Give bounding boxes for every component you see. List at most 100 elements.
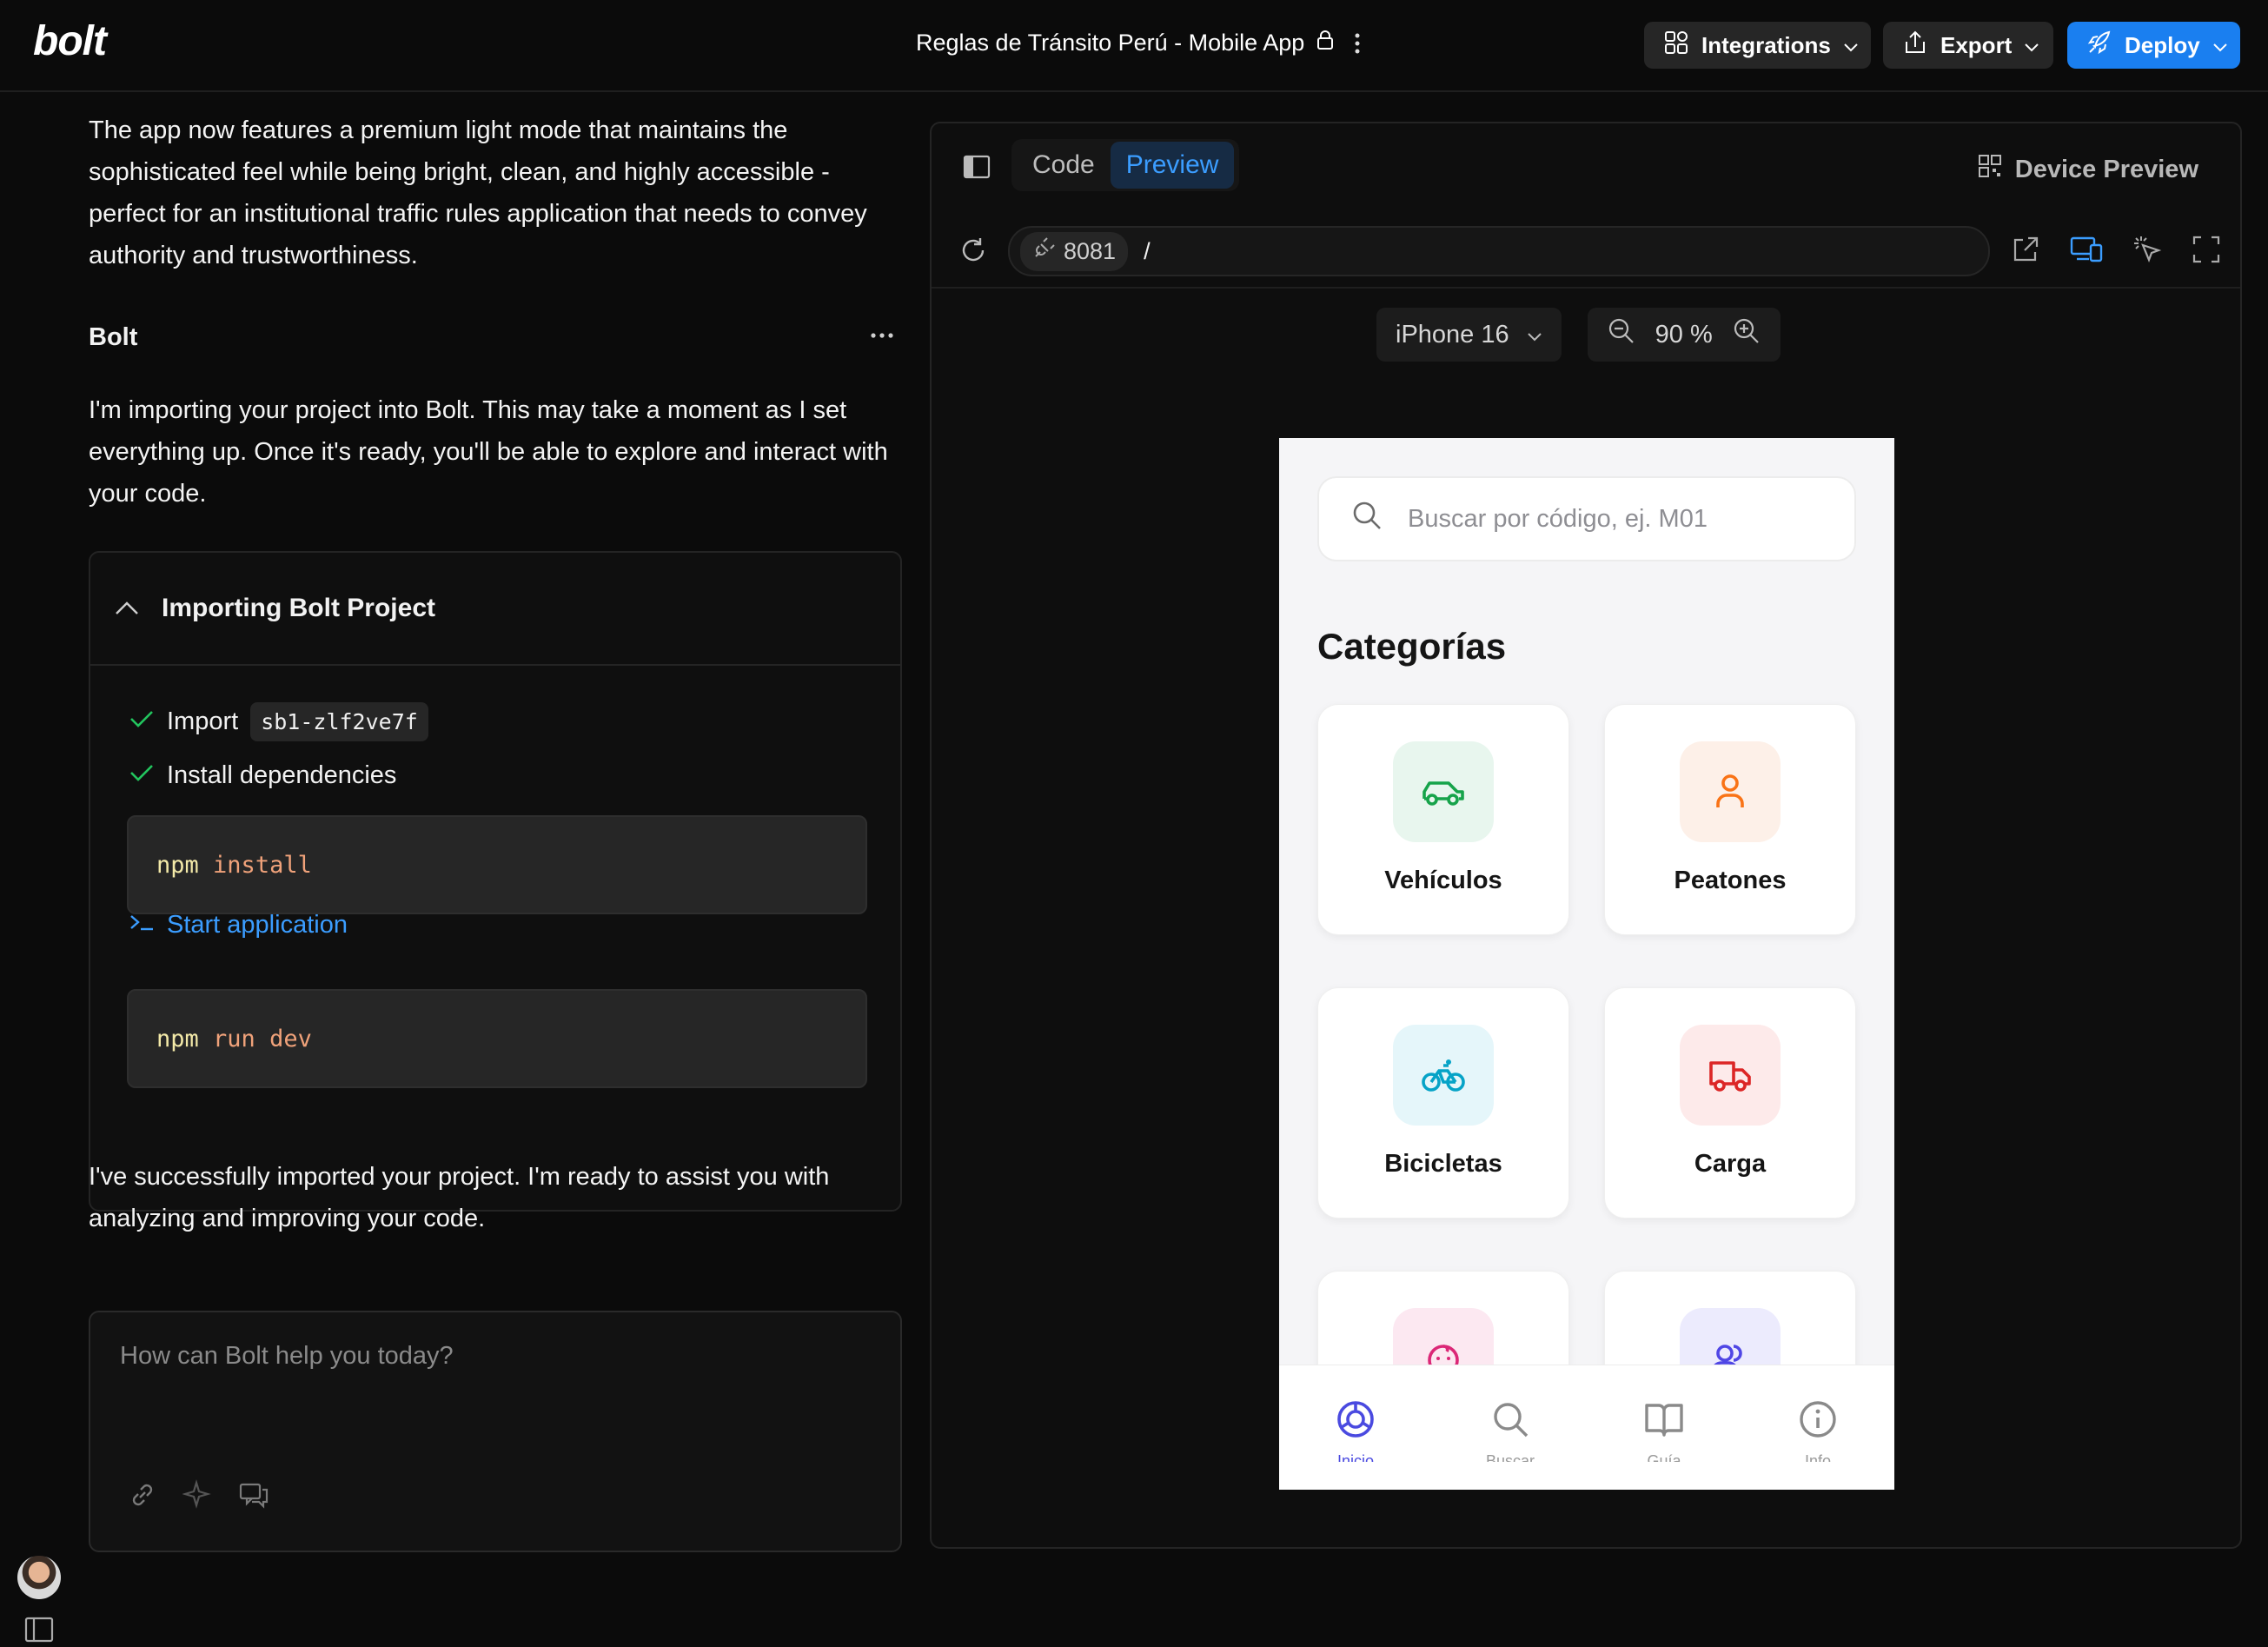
zoom-in-icon[interactable] [1732, 316, 1761, 353]
lock-icon [1316, 30, 1334, 56]
port-number: 8081 [1064, 237, 1117, 264]
tab-preview[interactable]: Preview [1110, 142, 1235, 189]
book-icon [1645, 1404, 1683, 1437]
prompt-toolbar [127, 1479, 269, 1515]
device-preview-button[interactable]: Device Preview [1977, 153, 2198, 186]
preview-tabbar: Code Preview Device Preview [932, 123, 2240, 216]
qr-icon [1977, 153, 2003, 186]
check-icon [129, 707, 155, 736]
external-link-icon[interactable] [2011, 235, 2040, 269]
app-search-input[interactable]: Buscar por código, ej. M01 [1317, 476, 1856, 561]
nav-info[interactable]: Info [1766, 1398, 1870, 1462]
integrations-label: Integrations [1701, 31, 1831, 58]
url-input[interactable]: 8081 / [1008, 226, 1990, 276]
top-header: bolt Reglas de Tránsito Perú - Mobile Ap… [0, 0, 2268, 92]
share-icon [1902, 30, 1928, 62]
export-label: Export [1940, 31, 2013, 58]
chevron-up-icon [115, 594, 139, 623]
nav-inicio[interactable]: Inicio [1303, 1398, 1408, 1462]
integrations-button[interactable]: Integrations [1644, 22, 1871, 69]
message-author: Bolt [89, 323, 138, 351]
url-tools [2011, 235, 2221, 269]
more-horizontal-icon[interactable] [869, 327, 895, 344]
prompt-input[interactable]: How can Bolt help you today? [89, 1311, 902, 1552]
category-card-peatones[interactable]: Peatones [1604, 704, 1856, 935]
zoom-control: 90 % [1587, 308, 1781, 362]
more-options-icon[interactable] [1349, 26, 1366, 61]
address-bar: 8081 / [932, 216, 2240, 289]
category-label: Vehículos [1384, 867, 1502, 894]
project-title-text: Reglas de Tránsito Perú - Mobile App [916, 30, 1305, 56]
reload-icon[interactable] [958, 235, 989, 270]
category-label: Bicicletas [1384, 1150, 1502, 1178]
deploy-label: Deploy [2125, 31, 2200, 58]
device-select[interactable]: iPhone 16 [1376, 308, 1562, 362]
zoom-out-icon[interactable] [1607, 316, 1636, 353]
tab-code[interactable]: Code [1017, 142, 1111, 189]
chevron-down-icon [2024, 32, 2039, 59]
fullscreen-icon[interactable] [2192, 235, 2221, 269]
category-card-vehiculos[interactable]: Vehículos [1317, 704, 1569, 935]
nav-guia[interactable]: Guía [1612, 1398, 1716, 1462]
responsive-devices-icon[interactable] [2070, 235, 2103, 269]
step-install-label: Install dependencies [167, 761, 397, 789]
sparkle-icon[interactable] [182, 1479, 214, 1515]
install-command: npm install [127, 815, 867, 914]
user-avatar[interactable] [17, 1556, 61, 1599]
phone-screen: Buscar por código, ej. M01 Categorías Ve… [1279, 438, 1894, 1490]
project-title[interactable]: Reglas de Tránsito Perú - Mobile App [916, 30, 1334, 56]
assistant-message: I've successfully imported your project.… [89, 1163, 830, 1232]
command-name: npm [156, 851, 199, 879]
import-artifact-header[interactable]: Importing Bolt Project [90, 553, 900, 666]
nav-label: Info [1804, 1452, 1832, 1462]
view-tabs: Code Preview [1011, 139, 1240, 191]
chat-panel: The app now features a premium light mod… [0, 92, 921, 1643]
grid-icon [1663, 30, 1689, 62]
step-import: Import sb1-zlf2ve7f [129, 702, 428, 741]
zoom-level: 90 % [1655, 320, 1713, 349]
device-preview-label: Device Preview [2014, 155, 2198, 183]
info-icon [1800, 1401, 1836, 1438]
step-start[interactable]: Start application [129, 911, 348, 940]
nav-label: Guía [1647, 1452, 1681, 1462]
chevron-down-icon [2212, 32, 2228, 59]
chevron-down-icon [1527, 321, 1542, 349]
command-args: install [213, 851, 312, 879]
category-card-carga[interactable]: Carga [1604, 987, 1856, 1219]
plug-icon [1032, 236, 1055, 266]
app-search-placeholder: Buscar por código, ej. M01 [1408, 504, 1708, 533]
assistant-message: I'm importing your project into Bolt. Th… [89, 396, 888, 508]
sidebar-toggle-icon[interactable] [24, 1617, 54, 1647]
nav-buscar[interactable]: Buscar [1458, 1398, 1562, 1462]
link-icon[interactable] [127, 1479, 158, 1515]
bolt-logo[interactable]: bolt [33, 17, 107, 65]
car-icon [1393, 741, 1494, 842]
command-name: npm [156, 1025, 199, 1053]
search-icon [1494, 1403, 1529, 1438]
app-bottom-nav: Inicio Buscar Guía Info [1279, 1365, 1894, 1490]
step-import-label: Import [167, 707, 239, 735]
assistant-message: The app now features a premium light mod… [89, 116, 867, 269]
start-command: npm run dev [127, 989, 867, 1088]
terminal-icon [129, 911, 155, 940]
preview-panel: Code Preview Device Preview 8081 / iPhon… [930, 122, 2242, 1549]
category-label: Peatones [1674, 867, 1787, 894]
deploy-button[interactable]: Deploy [2067, 22, 2240, 69]
select-element-icon[interactable] [2132, 235, 2162, 269]
import-artifact-title: Importing Bolt Project [162, 594, 435, 622]
search-icon [1350, 499, 1383, 539]
discuss-icon[interactable] [238, 1479, 269, 1515]
url-path: / [1144, 237, 1151, 264]
truck-icon [1680, 1025, 1781, 1126]
bicycle-icon [1393, 1025, 1494, 1126]
port-selector[interactable]: 8081 [1020, 231, 1129, 271]
device-name: iPhone 16 [1396, 320, 1509, 349]
person-icon [1680, 741, 1781, 842]
step-install: Install dependencies [129, 761, 396, 790]
step-start-label: Start application [167, 911, 348, 939]
nav-label: Buscar [1485, 1452, 1535, 1462]
category-card-bicicletas[interactable]: Bicicletas [1317, 987, 1569, 1219]
nav-label: Inicio [1336, 1452, 1375, 1462]
export-button[interactable]: Export [1883, 22, 2053, 69]
panel-toggle-icon[interactable] [963, 155, 991, 183]
